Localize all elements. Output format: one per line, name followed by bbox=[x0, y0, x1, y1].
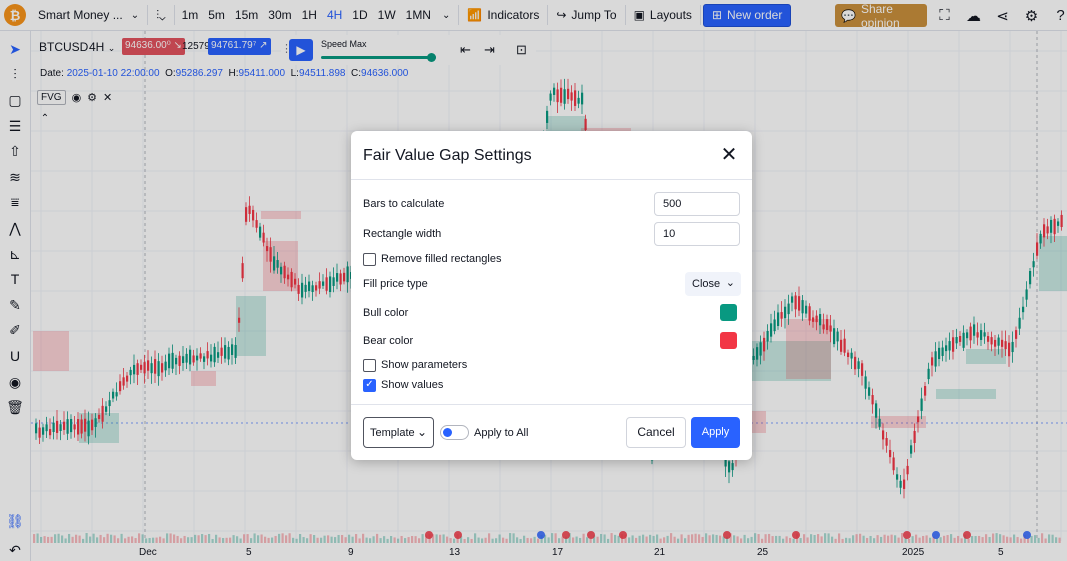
close-icon[interactable]: ✕ bbox=[719, 145, 739, 165]
bear-color-label: Bear color bbox=[363, 335, 414, 347]
template-dropdown[interactable]: Template ⌄ bbox=[363, 417, 434, 448]
chevron-down-icon: ⌄ bbox=[416, 425, 427, 439]
fill-price-select[interactable]: Close ⌄ bbox=[685, 272, 741, 296]
rect-width-label: Rectangle width bbox=[363, 228, 442, 240]
bars-input[interactable]: 500 bbox=[654, 192, 740, 216]
apply-button[interactable]: Apply bbox=[691, 417, 740, 448]
show-params-checkbox[interactable] bbox=[363, 359, 376, 372]
dialog-divider bbox=[351, 404, 752, 405]
apply-all-toggle[interactable] bbox=[440, 425, 469, 440]
bars-label: Bars to calculate bbox=[363, 198, 445, 210]
fill-price-value: Close bbox=[692, 278, 721, 290]
fvg-settings-dialog: Fair Value Gap Settings ✕ Bars to calcul… bbox=[351, 131, 752, 460]
rect-width-input[interactable]: 10 bbox=[654, 222, 740, 246]
dialog-divider bbox=[351, 179, 752, 180]
toggle-knob bbox=[443, 428, 452, 437]
template-label: Template bbox=[370, 427, 415, 439]
cancel-button[interactable]: Cancel bbox=[626, 417, 686, 448]
bull-color-swatch[interactable] bbox=[720, 304, 737, 321]
fill-price-label: Fill price type bbox=[363, 278, 428, 290]
remove-filled-label: Remove filled rectangles bbox=[381, 253, 502, 265]
bull-color-label: Bull color bbox=[363, 307, 409, 319]
chevron-down-icon: ⌄ bbox=[725, 277, 735, 289]
bear-color-swatch[interactable] bbox=[720, 332, 737, 349]
dialog-title: Fair Value Gap Settings bbox=[363, 147, 532, 164]
remove-filled-checkbox[interactable] bbox=[363, 253, 376, 266]
apply-all-label: Apply to All bbox=[474, 427, 529, 439]
show-values-label: Show values bbox=[381, 379, 444, 391]
show-params-label: Show parameters bbox=[381, 359, 468, 371]
show-values-checkbox[interactable]: ✓ bbox=[363, 379, 376, 392]
